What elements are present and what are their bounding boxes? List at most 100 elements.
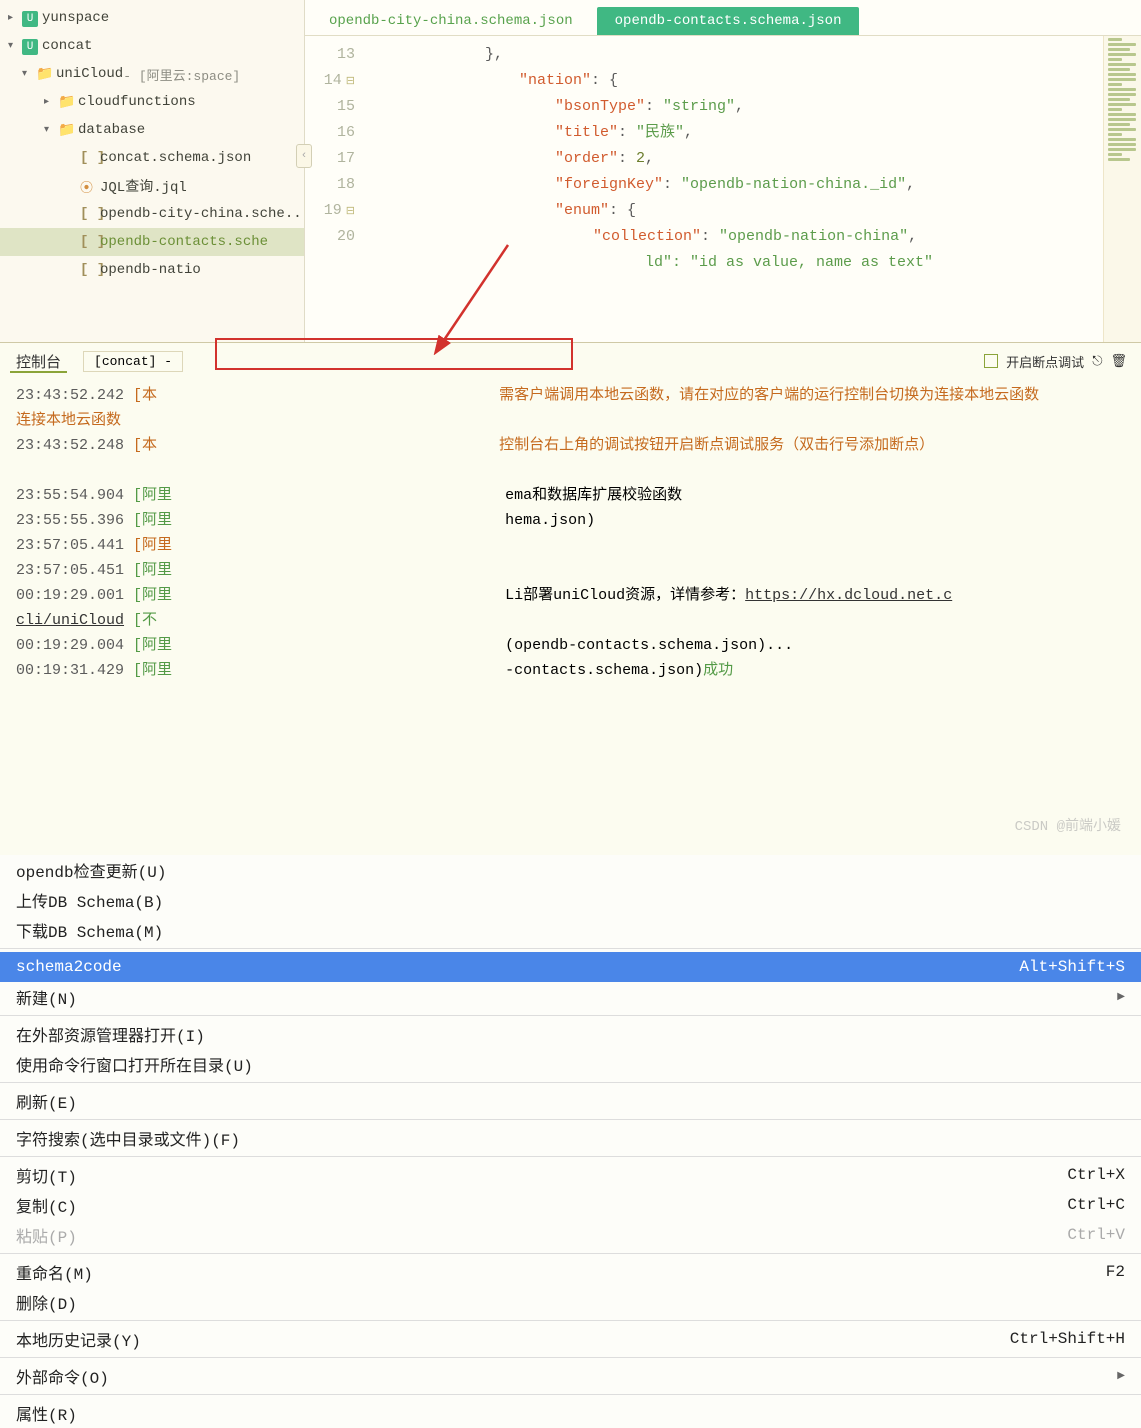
console-selector[interactable]: [concat] - <box>83 351 183 372</box>
tree-folder-database[interactable]: ▾📁database <box>0 116 304 144</box>
menu-item-label: 刷新(E) <box>16 1089 77 1113</box>
menu-item-label: 新建(N) <box>16 985 77 1009</box>
context-menu-item[interactable]: 属性(R) <box>0 1398 1141 1428</box>
log-ts: 23:43:52.248 <box>16 437 124 454</box>
log-tag: [本 <box>133 387 157 404</box>
context-menu-item[interactable]: 下载DB Schema(M) <box>0 915 1141 945</box>
line-number: 18 <box>305 172 355 198</box>
tree-file-active[interactable]: [ ]opendb-contacts.sche <box>0 228 304 256</box>
line-number: 13 <box>305 42 355 68</box>
log-text: Li部署uniCloud资源，详情参考： <box>505 587 745 604</box>
fold-icon[interactable]: ⊟ <box>346 206 355 218</box>
code-key: "enum" <box>555 202 609 219</box>
console-output[interactable]: 23:43:52.242 [本 需客户端调用本地云函数，请在对应的客户端的运行控… <box>0 379 1141 693</box>
tree-label: opendb-city-china.sche... <box>100 206 304 222</box>
line-number: 17 <box>305 146 355 172</box>
editor-tab-active[interactable]: opendb-contacts.schema.json <box>597 7 860 35</box>
menu-item-label: 外部命令(O) <box>16 1364 109 1388</box>
log-ts: 23:55:55.396 <box>16 512 124 529</box>
log-tag: [不 <box>133 612 157 629</box>
line-number: 14 <box>324 72 342 89</box>
context-menu-item[interactable]: 上传DB Schema(B) <box>0 885 1141 915</box>
code-token: : { <box>591 72 618 89</box>
context-menu-item[interactable]: 新建(N) ▶ <box>0 982 1141 1012</box>
console-tab[interactable]: 控制台 <box>0 351 77 372</box>
code-key: "title" <box>555 124 618 141</box>
log-link[interactable]: cli/uniCloud <box>16 612 124 629</box>
console-panel: 控制台 [concat] - 开启断点调试 ⎋ 🗑 23:43:52.242 [… <box>0 342 1141 855</box>
log-text: 控制台右上角的调试按钮开启断点调试服务（双击行号添加断点） <box>499 437 934 454</box>
tree-label: yunspace <box>42 10 109 26</box>
menu-item-label: 删除(D) <box>16 1290 77 1314</box>
context-menu-item[interactable]: 在外部资源管理器打开(I) <box>0 1019 1141 1049</box>
context-menu-item[interactable]: 剪切(T)Ctrl+X <box>0 1160 1141 1190</box>
log-ts: 23:57:05.441 <box>16 537 124 554</box>
fold-icon[interactable]: ⊟ <box>346 76 355 88</box>
tree-folder-cloudfunctions[interactable]: ▸📁cloudfunctions <box>0 88 304 116</box>
context-menu-item[interactable]: 删除(D) <box>0 1287 1141 1317</box>
code-val: "opendb-nation-china._id" <box>681 176 906 193</box>
context-menu-item[interactable]: 本地历史记录(Y)Ctrl+Shift+H <box>0 1324 1141 1354</box>
tree-project[interactable]: ▸Uyunspace <box>0 4 304 32</box>
log-text: ema和数据库扩展校验函数 <box>505 487 682 504</box>
context-menu-item[interactable]: 粘贴(P)Ctrl+V <box>0 1220 1141 1250</box>
tree-label: opendb-contacts.sche <box>100 234 268 250</box>
log-text: 连接本地云函数 <box>16 412 121 429</box>
log-ts: 00:19:29.004 <box>16 637 124 654</box>
menu-shortcut: Alt+Shift+S <box>1019 958 1125 976</box>
context-menu-item[interactable]: opendb检查更新(U) <box>0 855 1141 885</box>
debug-label: 开启断点调试 <box>1006 352 1084 371</box>
context-menu-item[interactable]: 刷新(E) <box>0 1086 1141 1116</box>
context-menu-item[interactable]: 外部命令(O) ▶ <box>0 1361 1141 1391</box>
line-number: 15 <box>305 94 355 120</box>
tree-label: opendb-natio <box>100 262 201 278</box>
tree-label: JQL查询.jql <box>100 176 187 196</box>
code-key: "order" <box>555 150 618 167</box>
log-text: -contacts.schema.json) <box>505 662 703 679</box>
log-text: 需客户端调用本地云函数，请在对应的客户端的运行控制台切换为连接本地云函数 <box>499 387 1039 404</box>
code-val: "opendb-nation-china" <box>719 228 908 245</box>
menu-shortcut: F2 <box>1106 1263 1125 1281</box>
debug-checkbox[interactable] <box>984 354 998 368</box>
menu-item-label: 重命名(M) <box>16 1260 93 1284</box>
submenu-icon: ▶ <box>1117 1370 1125 1382</box>
context-menu-item[interactable]: 复制(C)Ctrl+C <box>0 1190 1141 1220</box>
tree-project[interactable]: ▾Uconcat <box>0 32 304 60</box>
context-menu-item[interactable]: 使用命令行窗口打开所在目录(U) <box>0 1049 1141 1079</box>
code-val: 2 <box>636 150 645 167</box>
submenu-icon: ▶ <box>1117 991 1125 1003</box>
log-tag: [本 <box>133 437 157 454</box>
menu-item-label: 使用命令行窗口打开所在目录(U) <box>16 1052 253 1076</box>
watermark: CSDN @前端小媛 <box>1015 815 1121 835</box>
code-val: "民族" <box>636 124 684 141</box>
log-link[interactable]: https://hx.dcloud.net.c <box>745 587 952 604</box>
context-menu-item[interactable]: 字符搜索(选中目录或文件)(F) <box>0 1123 1141 1153</box>
tree-file[interactable]: ⦿JQL查询.jql <box>0 172 304 200</box>
menu-item-label: 在外部资源管理器打开(I) <box>16 1022 205 1046</box>
sidebar-collapse-icon[interactable]: ‹ <box>296 144 312 168</box>
log-text: (opendb-contacts.schema.json)... <box>505 637 793 654</box>
clear-icon[interactable]: 🗑 <box>1110 354 1127 369</box>
tree-folder-unicloud[interactable]: ▾📁uniCloud - [阿里云:space] <box>0 60 304 88</box>
editor-tab[interactable]: opendb-city-china.schema.json <box>325 7 577 35</box>
menu-item-label: 剪切(T) <box>16 1163 77 1187</box>
menu-item-label: 粘贴(P) <box>16 1223 77 1247</box>
tree-file[interactable]: [ ]concat.schema.json <box>0 144 304 172</box>
menu-shortcut: Ctrl+C <box>1067 1196 1125 1214</box>
context-menu-item[interactable]: 重命名(M) F2 <box>0 1257 1141 1287</box>
log-tag: [阿里 <box>133 662 172 679</box>
tree-suffix: - [阿里云:space] <box>123 65 240 84</box>
export-icon[interactable]: ⎋ <box>1092 354 1102 369</box>
log-tag: [阿里 <box>133 512 172 529</box>
tree-file[interactable]: [ ]opendb-natio <box>0 256 304 284</box>
code-val: "string" <box>663 98 735 115</box>
menu-item-label: 上传DB Schema(B) <box>16 888 163 912</box>
line-number: 20 <box>305 224 355 250</box>
context-menu-item[interactable]: schema2codeAlt+Shift+S <box>0 952 1141 982</box>
log-text: hema.json) <box>505 512 595 529</box>
code-key: "collection" <box>593 228 701 245</box>
log-tag: [阿里 <box>133 587 172 604</box>
menu-item-label: 本地历史记录(Y) <box>16 1327 141 1351</box>
tree-file[interactable]: [ ]opendb-city-china.sche... <box>0 200 304 228</box>
tree-label: cloudfunctions <box>78 94 196 110</box>
